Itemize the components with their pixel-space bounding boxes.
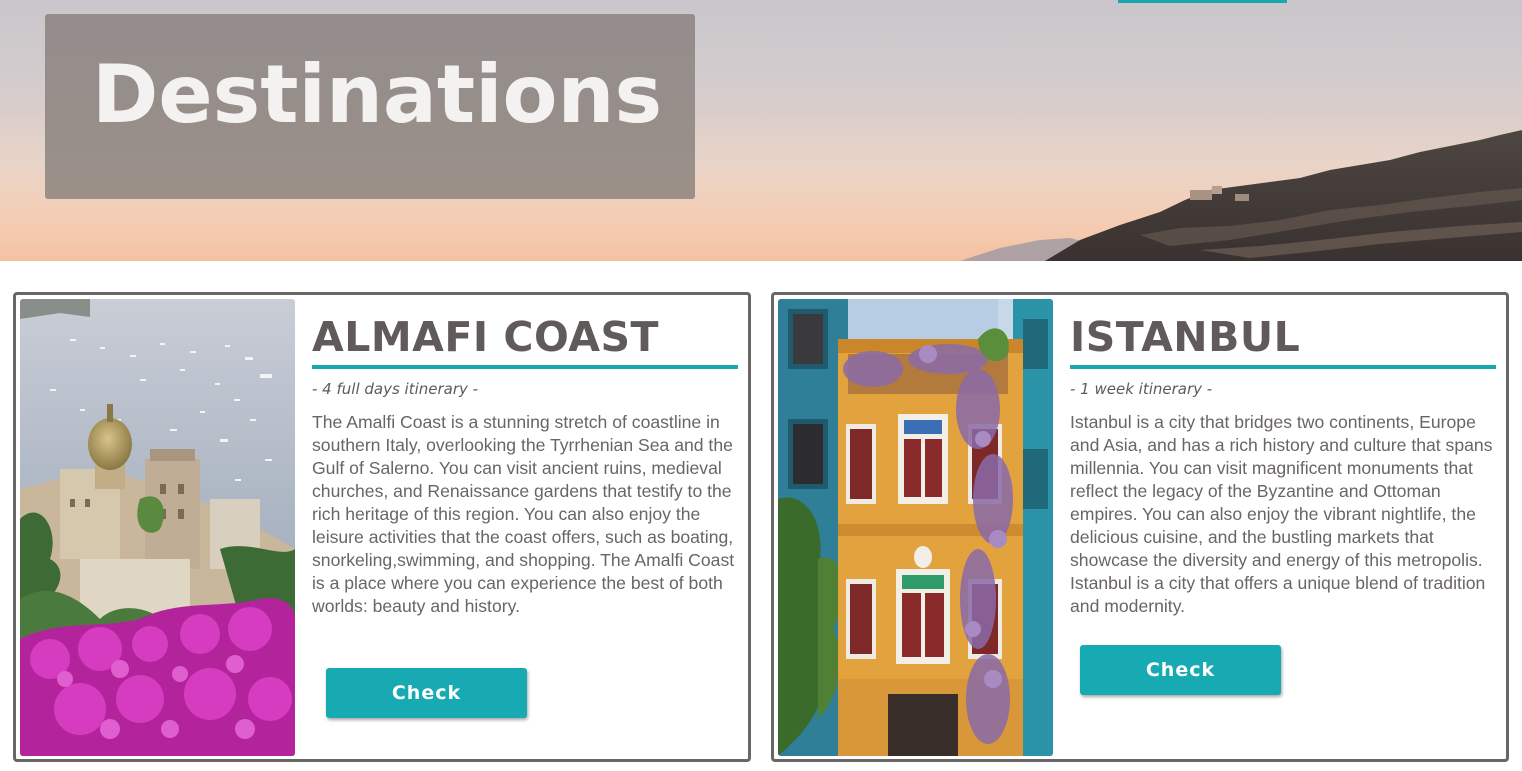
destination-description: The Amalfi Coast is a stunning stretch o… <box>312 412 735 616</box>
check-itinerary-button-istanbul[interactable]: Check itinerary <box>1080 645 1281 731</box>
hero-accent-bar <box>1118 0 1287 3</box>
destination-title: ALMAFI COAST <box>312 313 659 361</box>
amalfi-coast-photo <box>20 299 295 756</box>
destination-card-content: ISTANBUL - 1 week itinerary - Istanbul i… <box>1070 309 1496 618</box>
title-underline <box>1070 365 1496 369</box>
itinerary-duration: - 1 week itinerary - <box>1070 380 1213 398</box>
destination-card-amalfi: ALMAFI COAST - 4 full days itinerary - T… <box>13 292 751 762</box>
check-itinerary-button-amalfi[interactable]: Check itinerary <box>326 668 527 754</box>
destination-description: Istanbul is a city that bridges two cont… <box>1070 412 1493 616</box>
istanbul-house-photo <box>778 299 1053 756</box>
itinerary-duration: - 4 full days itinerary - <box>312 380 479 398</box>
destination-card-istanbul: ISTANBUL - 1 week itinerary - Istanbul i… <box>771 292 1509 762</box>
page-title: Destinations <box>92 48 663 141</box>
destination-title: ISTANBUL <box>1070 313 1301 361</box>
title-underline <box>312 365 738 369</box>
destination-card-content: ALMAFI COAST - 4 full days itinerary - T… <box>312 309 738 618</box>
hero-banner: Destinations <box>0 0 1522 261</box>
